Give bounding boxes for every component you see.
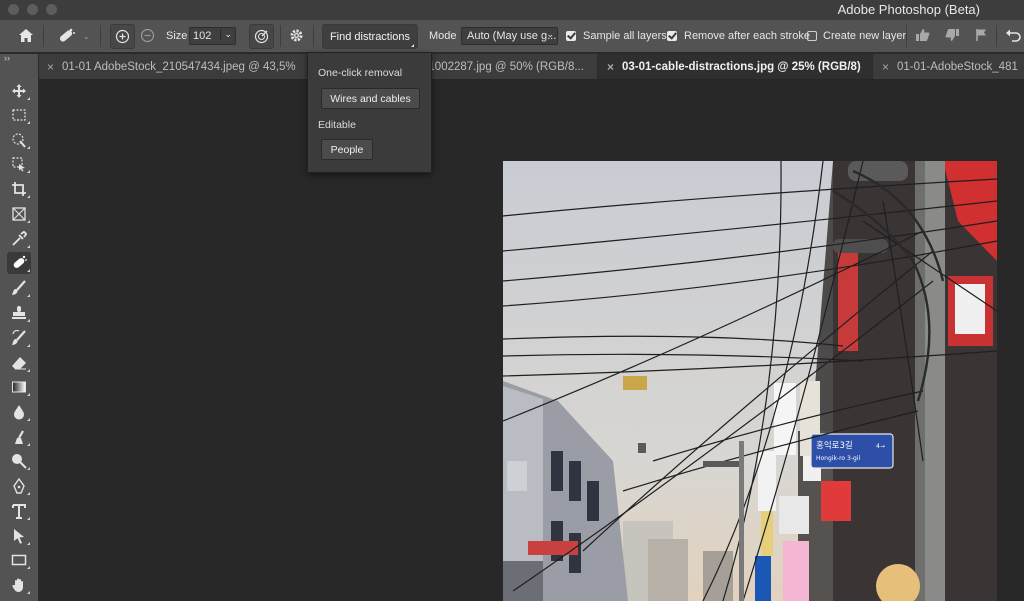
crop-tool-icon <box>12 182 26 196</box>
one-click-removal-heading: One-click removal <box>318 67 403 79</box>
add-to-stroke-icon[interactable] <box>110 24 135 49</box>
remove-tool-button[interactable] <box>7 252 31 274</box>
close-window-button[interactable] <box>8 4 19 15</box>
street-sign-roman: Hongik-ro 3-gil <box>816 455 860 462</box>
home-icon[interactable] <box>18 28 34 43</box>
editable-heading: Editable <box>318 119 356 131</box>
size-input[interactable]: 102 ⌄ <box>189 27 236 45</box>
window-title: Adobe Photoshop (Beta) <box>837 2 980 17</box>
frame-tool-button[interactable] <box>7 203 31 225</box>
marquee-tool-button[interactable] <box>7 104 31 126</box>
remove-tool-icon <box>13 255 27 268</box>
hand-tool-button[interactable] <box>7 574 31 596</box>
path-selection-tool-icon <box>14 529 24 544</box>
sample-all-layers-checkbox[interactable] <box>566 31 576 41</box>
object-selection-tool-icon <box>12 157 25 172</box>
blur-tool-button[interactable] <box>7 401 31 423</box>
tab-close-icon[interactable]: × <box>47 60 54 74</box>
tab-doc-1[interactable]: × 01-01 AdobeStock_210547434.jpeg @ 43,5… <box>38 54 308 79</box>
eyedropper-tool-icon <box>12 231 27 246</box>
brush-tool-icon <box>12 280 26 295</box>
smudge-tool-button[interactable] <box>7 426 31 448</box>
tab-doc-4[interactable]: × 01-01-AdobeStock_481 <box>873 54 1024 79</box>
mode-select[interactable]: Auto (May use g... ⌄ <box>461 27 558 45</box>
find-distractions-menu: One-click removal Wires and cables Edita… <box>307 52 432 173</box>
gear-icon[interactable] <box>289 28 304 43</box>
thumbs-down-icon[interactable] <box>945 28 960 42</box>
document-tabs: × 01-01 AdobeStock_210547434.jpeg @ 43,5… <box>38 54 1024 80</box>
wires-and-cables-button[interactable]: Wires and cables <box>321 88 420 109</box>
quick-selection-tool-button[interactable] <box>7 129 31 151</box>
pressure-size-icon[interactable] <box>249 24 274 49</box>
subtract-from-stroke-icon[interactable] <box>140 28 155 43</box>
collapse-panel-icon[interactable]: ›› <box>4 53 10 63</box>
move-tool-icon <box>12 84 26 98</box>
history-brush-tool-icon <box>12 330 26 345</box>
tab-close-icon[interactable]: × <box>607 60 614 74</box>
pen-tool-button[interactable] <box>7 475 31 497</box>
document-image[interactable]: 홍익로3길 4→ Hongik-ro 3-gil <box>503 161 997 601</box>
remove-tool-preset-icon[interactable] <box>56 27 76 45</box>
marquee-tool-icon <box>12 109 26 121</box>
zoom-window-button[interactable] <box>46 4 57 15</box>
type-tool-button[interactable] <box>7 500 31 522</box>
tab-close-icon[interactable]: × <box>882 60 889 74</box>
street-sign-korean: 홍익로3길 <box>816 440 853 451</box>
undo-icon[interactable] <box>1005 28 1021 42</box>
brush-tool-button[interactable] <box>7 277 31 299</box>
size-chevron-icon: ⌄ <box>220 29 232 40</box>
history-brush-tool-button[interactable] <box>7 327 31 349</box>
eraser-tool-icon <box>12 357 26 370</box>
create-new-layer-label: Create new layer <box>823 30 907 42</box>
mode-label: Mode <box>429 30 457 42</box>
find-distractions-button[interactable]: Find distractions <box>322 24 418 49</box>
size-label: Size <box>166 30 188 42</box>
remove-after-stroke-checkbox[interactable] <box>667 31 677 41</box>
clone-stamp-tool-button[interactable] <box>7 302 31 324</box>
remove-after-stroke-label: Remove after each stroke <box>684 30 810 42</box>
title-bar: Adobe Photoshop (Beta) <box>0 0 1024 21</box>
path-selection-tool-button[interactable] <box>7 525 31 547</box>
frame-tool-icon <box>12 207 26 221</box>
crop-tool-button[interactable] <box>7 178 31 200</box>
object-selection-tool-button[interactable] <box>7 153 31 175</box>
rectangle-tool-icon <box>11 554 27 566</box>
blur-tool-icon <box>14 405 24 420</box>
tab-doc-3[interactable]: × 03-01-cable-distractions.jpg @ 25% (RG… <box>598 54 873 79</box>
pen-tool-icon <box>13 478 25 494</box>
minimize-window-button[interactable] <box>27 4 38 15</box>
eyedropper-tool-button[interactable] <box>7 228 31 250</box>
type-tool-icon <box>12 504 26 519</box>
gradient-tool-button[interactable] <box>7 376 31 398</box>
preset-chevron-icon[interactable]: ⌄ <box>83 32 90 41</box>
eraser-tool-button[interactable] <box>7 352 31 374</box>
dodge-tool-icon <box>12 454 27 469</box>
mode-chevron-icon: ⌄ <box>546 29 554 39</box>
quick-selection-tool-icon <box>12 133 26 148</box>
create-new-layer-checkbox[interactable] <box>807 31 817 41</box>
clone-stamp-tool-icon <box>12 306 26 319</box>
sample-all-layers-label: Sample all layers <box>583 30 667 42</box>
street-sign-number: 4→ <box>876 443 885 450</box>
tools-panel: ›› <box>0 53 39 601</box>
people-button[interactable]: People <box>321 139 373 160</box>
find-distractions-corner-icon <box>411 44 414 47</box>
rectangle-tool-button[interactable] <box>7 549 31 571</box>
gradient-tool-icon <box>12 381 26 393</box>
smudge-tool-icon <box>15 430 24 444</box>
move-tool-button[interactable] <box>7 80 31 102</box>
dodge-tool-button[interactable] <box>7 450 31 472</box>
hand-tool-icon <box>12 578 23 592</box>
options-bar: ⌄ Size 102 ⌄ Find distractions Mode Auto… <box>0 20 1024 53</box>
thumbs-up-icon[interactable] <box>915 28 930 42</box>
flag-icon[interactable] <box>975 28 988 42</box>
